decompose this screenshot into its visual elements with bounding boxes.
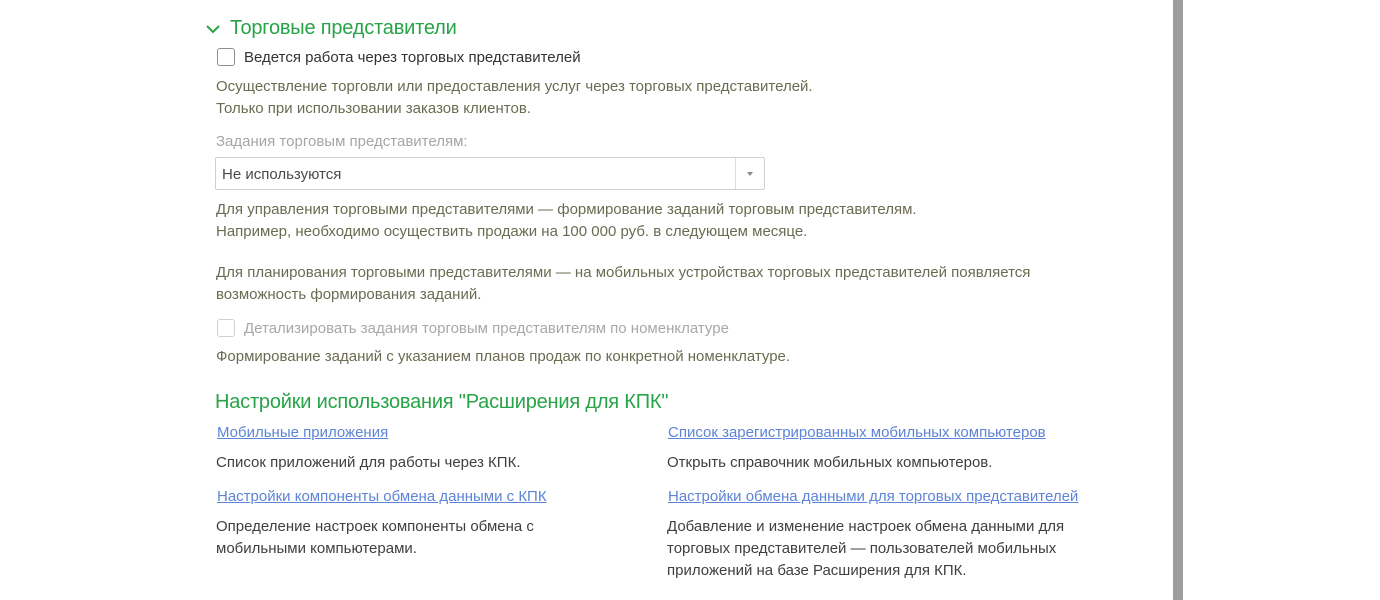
tasks-desc2-line2: возможность формирования заданий. (216, 286, 482, 303)
exchange-component-description: Определение настроек компоненты обмена с… (216, 516, 534, 560)
registered-mobile-computers-link[interactable]: Список зарегистрированных мобильных комп… (668, 424, 1046, 441)
tasks-select-dropdown-button[interactable] (735, 158, 764, 189)
section-title: Торговые представители (230, 17, 457, 39)
dropdown-arrow-icon (747, 171, 753, 176)
tasks-label: Задания торговым представителям: (216, 133, 468, 150)
exchange-component-settings-link[interactable]: Настройки компоненты обмена данными с КП… (217, 488, 547, 505)
trade-reps-desc-line1: Осуществление торговли или предоставлени… (216, 78, 813, 95)
exchange-component-desc-line2: мобильными компьютерами. (216, 540, 417, 557)
tasks-desc1-line2: Например, необходимо осуществить продажи… (216, 223, 808, 240)
trade-reps-exchange-description: Добавление и изменение настроек обмена д… (667, 516, 1064, 582)
trade-reps-checkbox[interactable] (217, 48, 235, 66)
chevron-down-icon (206, 24, 220, 33)
trade-reps-desc-line2: Только при использовании заказов клиенто… (216, 100, 531, 117)
tasks-description-1: Для управления торговыми представителями… (216, 199, 917, 243)
tasks-select-value: Не используются (222, 166, 342, 183)
trade-reps-exchange-desc-line2: торговых представителей — пользователей … (667, 540, 1057, 557)
section-header-trade-reps[interactable]: Торговые представители (204, 17, 457, 40)
vertical-scrollbar[interactable] (1173, 0, 1183, 600)
registered-mobile-computers-description: Открыть справочник мобильных компьютеров… (667, 452, 992, 474)
trade-reps-exchange-desc-line1: Добавление и изменение настроек обмена д… (667, 518, 1065, 535)
trade-reps-exchange-desc-line3: приложений на базе Расширения для КПК. (667, 562, 967, 579)
trade-reps-exchange-settings-link[interactable]: Настройки обмена данными для торговых пр… (668, 488, 1078, 505)
kpk-settings-title: Настройки использования "Расширения для … (215, 391, 669, 413)
registered-mobile-computers-desc-line1: Открыть справочник мобильных компьютеров… (667, 454, 993, 471)
trade-reps-description: Осуществление торговли или предоставлени… (216, 76, 813, 120)
tasks-desc2-line1: Для планирования торговыми представителя… (216, 264, 1031, 281)
trade-reps-checkbox-label[interactable]: Ведется работа через торговых представит… (244, 49, 581, 66)
tasks-description-2: Для планирования торговыми представителя… (216, 262, 1030, 306)
exchange-component-desc-line1: Определение настроек компоненты обмена с (216, 518, 534, 535)
tasks-desc1-line1: Для управления торговыми представителями… (216, 201, 917, 218)
detail-description: Формирование заданий с указанием планов … (216, 348, 791, 365)
trade-reps-checkbox-row[interactable]: Ведется работа через торговых представит… (217, 48, 581, 66)
tasks-select[interactable]: Не используются (215, 157, 765, 190)
mobile-apps-description: Список приложений для работы через КПК. (216, 452, 520, 474)
detail-checkbox-row[interactable]: Детализировать задания торговым представ… (217, 319, 729, 337)
detail-checkbox[interactable] (217, 319, 235, 337)
mobile-apps-desc-line1: Список приложений для работы через КПК. (216, 454, 521, 471)
detail-checkbox-label[interactable]: Детализировать задания торговым представ… (244, 320, 729, 337)
mobile-apps-link[interactable]: Мобильные приложения (217, 424, 388, 441)
